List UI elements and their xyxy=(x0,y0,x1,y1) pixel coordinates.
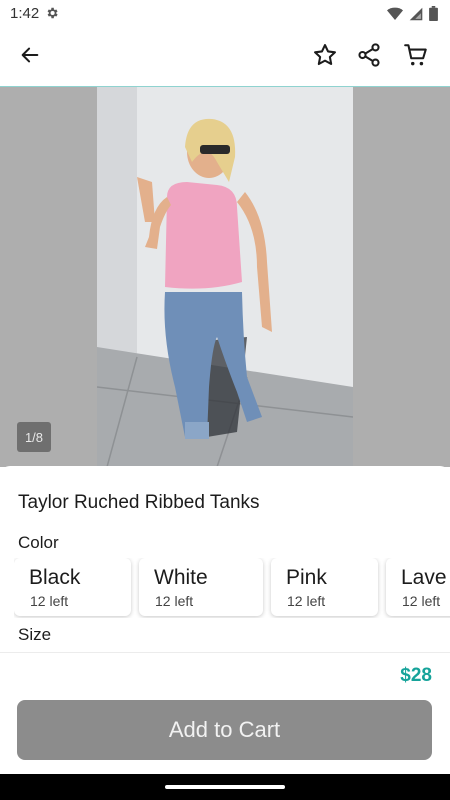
app-bar xyxy=(0,28,450,87)
cart-icon xyxy=(403,42,429,73)
color-option-lavender[interactable]: Lave 12 left xyxy=(386,558,450,616)
color-name: Black xyxy=(29,566,81,589)
wifi-icon xyxy=(387,7,403,26)
color-option-white[interactable]: White 12 left xyxy=(139,558,263,616)
size-label: Size xyxy=(18,625,52,644)
signal-icon xyxy=(409,7,423,26)
color-name: Lave xyxy=(401,566,447,589)
color-label: Color xyxy=(18,533,59,552)
system-nav-bar xyxy=(0,774,450,800)
color-option-pink[interactable]: Pink 12 left xyxy=(271,558,378,616)
product-image-gallery[interactable]: 1/8 xyxy=(0,87,450,467)
purchase-panel: $28 Add to Cart xyxy=(0,652,450,775)
stock-count: 12 left xyxy=(155,593,194,609)
color-option-black[interactable]: Black 12 left xyxy=(14,558,131,616)
back-button[interactable] xyxy=(10,37,50,77)
share-button[interactable] xyxy=(349,37,389,77)
stock-count: 12 left xyxy=(30,593,69,609)
home-handle[interactable] xyxy=(165,785,285,789)
cart-button[interactable] xyxy=(396,37,436,77)
product-title: Taylor Ruched Ribbed Tanks xyxy=(18,492,260,513)
gear-icon xyxy=(45,6,59,25)
product-photo[interactable] xyxy=(97,87,353,467)
stock-count: 12 left xyxy=(402,593,441,609)
color-name: White xyxy=(154,566,208,589)
stock-count: 12 left xyxy=(287,593,326,609)
color-name: Pink xyxy=(286,566,327,589)
favorite-button[interactable] xyxy=(305,37,345,77)
status-bar: 1:42 xyxy=(0,0,450,28)
product-sheet: Taylor Ruched Ribbed Tanks Color Black 1… xyxy=(0,466,450,656)
status-icons xyxy=(387,6,438,26)
color-options: Black 12 left White 12 left Pink 12 left… xyxy=(14,558,450,618)
share-icon xyxy=(356,42,382,73)
arrow-back-icon xyxy=(19,44,41,71)
image-counter: 1/8 xyxy=(17,422,51,452)
star-outline-icon xyxy=(312,42,338,73)
battery-icon xyxy=(429,6,438,26)
status-time: 1:42 xyxy=(10,5,40,22)
price: $28 xyxy=(400,665,432,686)
add-to-cart-button[interactable]: Add to Cart xyxy=(17,700,432,760)
